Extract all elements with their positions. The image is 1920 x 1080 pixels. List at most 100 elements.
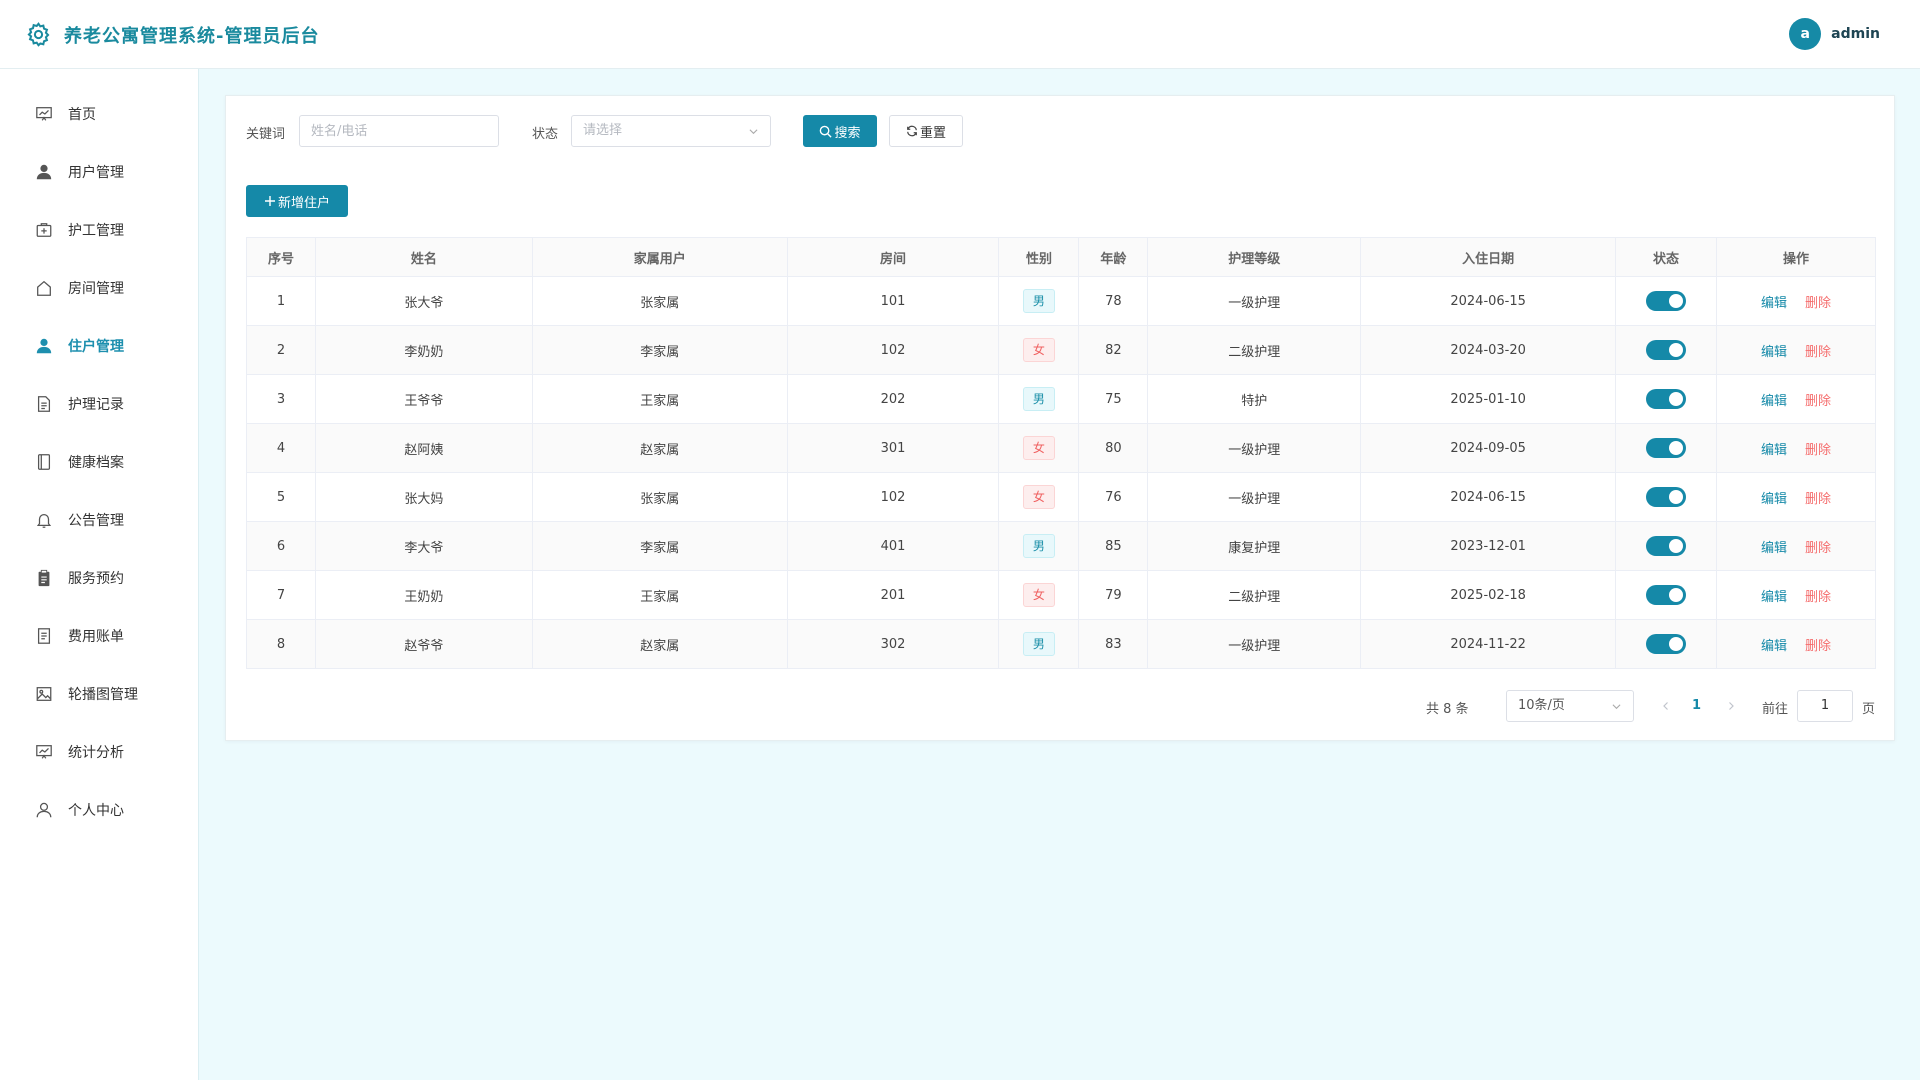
- gender-tag: 男: [1022, 387, 1055, 411]
- cell-room: 102: [786, 325, 1000, 375]
- cell-gender: 男: [998, 619, 1080, 669]
- column-header: 护理等级: [1147, 237, 1362, 277]
- cell-checkin-date: 2024-06-15: [1360, 472, 1617, 522]
- status-toggle[interactable]: [1646, 634, 1687, 654]
- sidebar-item-label: 个人中心: [68, 803, 124, 819]
- cell-actions: 编辑 删除: [1716, 325, 1876, 375]
- status-toggle[interactable]: [1646, 340, 1687, 360]
- user-icon: [36, 164, 52, 180]
- page-size-select[interactable]: 10条/页: [1506, 690, 1634, 722]
- status-toggle[interactable]: [1646, 389, 1687, 409]
- cell-status: [1615, 325, 1718, 375]
- delete-button[interactable]: 删除: [1805, 541, 1831, 556]
- cell-family: 赵家属: [531, 423, 788, 473]
- avatar[interactable]: a: [1789, 18, 1822, 50]
- sidebar-item-label: 护理记录: [68, 397, 124, 413]
- delete-button[interactable]: 删除: [1805, 345, 1831, 360]
- edit-button[interactable]: 编辑: [1761, 394, 1787, 409]
- status-toggle[interactable]: [1646, 536, 1687, 556]
- cell-age: 85: [1078, 521, 1149, 571]
- cell-no: 4: [246, 423, 316, 473]
- sidebar-item-label: 房间管理: [68, 281, 124, 297]
- cell-checkin-date: 2024-06-15: [1360, 276, 1617, 326]
- app-title: 养老公寓管理系统-管理员后台: [64, 26, 320, 47]
- delete-button[interactable]: 删除: [1805, 492, 1831, 507]
- sidebar-item-residents[interactable]: 住户管理: [0, 324, 199, 368]
- table-row: 7 王奶奶 王家属 201 女 79 二级护理 2025-02-18 编辑 删除: [246, 570, 1876, 620]
- page-suffix: 页: [1862, 702, 1876, 717]
- status-toggle[interactable]: [1646, 585, 1687, 605]
- edit-button[interactable]: 编辑: [1761, 590, 1787, 605]
- keyword-label: 关键词: [246, 127, 286, 142]
- user-outline-icon: [36, 802, 52, 818]
- table-header-row: 序号 姓名 家属用户 房间 性别 年龄 护理等级 入住日期 状态 操作: [246, 237, 1876, 277]
- status-toggle[interactable]: [1646, 487, 1687, 507]
- goto-page-input[interactable]: 1: [1797, 690, 1853, 722]
- table-row: 2 李奶奶 李家属 102 女 82 二级护理 2024-03-20 编辑 删除: [246, 325, 1876, 375]
- next-page-icon[interactable]: [1726, 701, 1736, 711]
- edit-button[interactable]: 编辑: [1761, 296, 1787, 311]
- user-menu[interactable]: a admin: [1789, 18, 1880, 50]
- cell-gender: 女: [998, 325, 1080, 375]
- cell-care-level: 一级护理: [1147, 619, 1362, 669]
- sidebar-item-caregivers[interactable]: 护工管理: [0, 208, 199, 252]
- cell-gender: 女: [998, 423, 1080, 473]
- cell-status: [1615, 619, 1718, 669]
- cell-actions: 编辑 删除: [1716, 276, 1876, 326]
- column-header: 入住日期: [1360, 237, 1617, 277]
- cell-age: 78: [1078, 276, 1149, 326]
- cell-status: [1615, 472, 1718, 522]
- sidebar-item-announcements[interactable]: 公告管理: [0, 498, 199, 542]
- delete-button[interactable]: 删除: [1805, 296, 1831, 311]
- delete-button[interactable]: 删除: [1805, 639, 1831, 654]
- sidebar-item-label: 公告管理: [68, 513, 124, 529]
- column-header: 年龄: [1078, 237, 1149, 277]
- keyword-input[interactable]: [311, 116, 498, 146]
- pagination-total: 共 8 条: [1426, 702, 1469, 717]
- current-page[interactable]: 1: [1692, 698, 1701, 713]
- sidebar-item-health-files[interactable]: 健康档案: [0, 440, 199, 484]
- residents-card: 关键词 状态 请选择 搜索 重置 新增住户 序号 姓名 家属用户 房间 性别 年…: [225, 95, 1895, 741]
- status-toggle[interactable]: [1646, 438, 1687, 458]
- sidebar-item-care-records[interactable]: 护理记录: [0, 382, 199, 426]
- cell-actions: 编辑 删除: [1716, 619, 1876, 669]
- delete-button[interactable]: 删除: [1805, 443, 1831, 458]
- sidebar-item-billing[interactable]: 费用账单: [0, 614, 199, 658]
- edit-button[interactable]: 编辑: [1761, 345, 1787, 360]
- search-button[interactable]: 搜索: [803, 115, 877, 147]
- cell-care-level: 一级护理: [1147, 472, 1362, 522]
- prev-page-icon[interactable]: [1661, 701, 1671, 711]
- sidebar-item-carousel[interactable]: 轮播图管理: [0, 672, 199, 716]
- home-chart-icon: [36, 107, 52, 121]
- cell-care-level: 一级护理: [1147, 276, 1362, 326]
- sidebar-item-statistics[interactable]: 统计分析: [0, 730, 199, 774]
- cell-actions: 编辑 删除: [1716, 521, 1876, 571]
- gender-tag: 女: [1022, 485, 1055, 509]
- username[interactable]: admin: [1831, 26, 1880, 42]
- cell-age: 75: [1078, 374, 1149, 424]
- edit-button[interactable]: 编辑: [1761, 492, 1787, 507]
- sidebar-item-label: 护工管理: [68, 223, 124, 239]
- sidebar-item-service-booking[interactable]: 服务预约: [0, 556, 199, 600]
- search-icon: [820, 125, 833, 138]
- delete-button[interactable]: 删除: [1805, 394, 1831, 409]
- status-label: 状态: [532, 127, 559, 142]
- sidebar-item-profile[interactable]: 个人中心: [0, 788, 199, 832]
- status-toggle[interactable]: [1646, 291, 1687, 311]
- edit-button[interactable]: 编辑: [1761, 541, 1787, 556]
- reset-button[interactable]: 重置: [889, 115, 963, 147]
- sidebar-item-users[interactable]: 用户管理: [0, 150, 199, 194]
- delete-button[interactable]: 删除: [1805, 590, 1831, 605]
- chevron-down-icon: [749, 129, 758, 135]
- gender-tag: 男: [1022, 534, 1055, 558]
- table-row: 4 赵阿姨 赵家属 301 女 80 一级护理 2024-09-05 编辑 删除: [246, 423, 1876, 473]
- edit-button[interactable]: 编辑: [1761, 443, 1787, 458]
- status-select[interactable]: 请选择: [571, 115, 771, 147]
- edit-button[interactable]: 编辑: [1761, 639, 1787, 654]
- sidebar-item-rooms[interactable]: 房间管理: [0, 266, 199, 310]
- cell-actions: 编辑 删除: [1716, 570, 1876, 620]
- sidebar-item-home[interactable]: 首页: [0, 92, 199, 136]
- add-resident-button[interactable]: 新增住户: [246, 185, 348, 217]
- gender-tag: 男: [1022, 289, 1055, 313]
- table-row: 5 张大妈 张家属 102 女 76 一级护理 2024-06-15 编辑 删除: [246, 472, 1876, 522]
